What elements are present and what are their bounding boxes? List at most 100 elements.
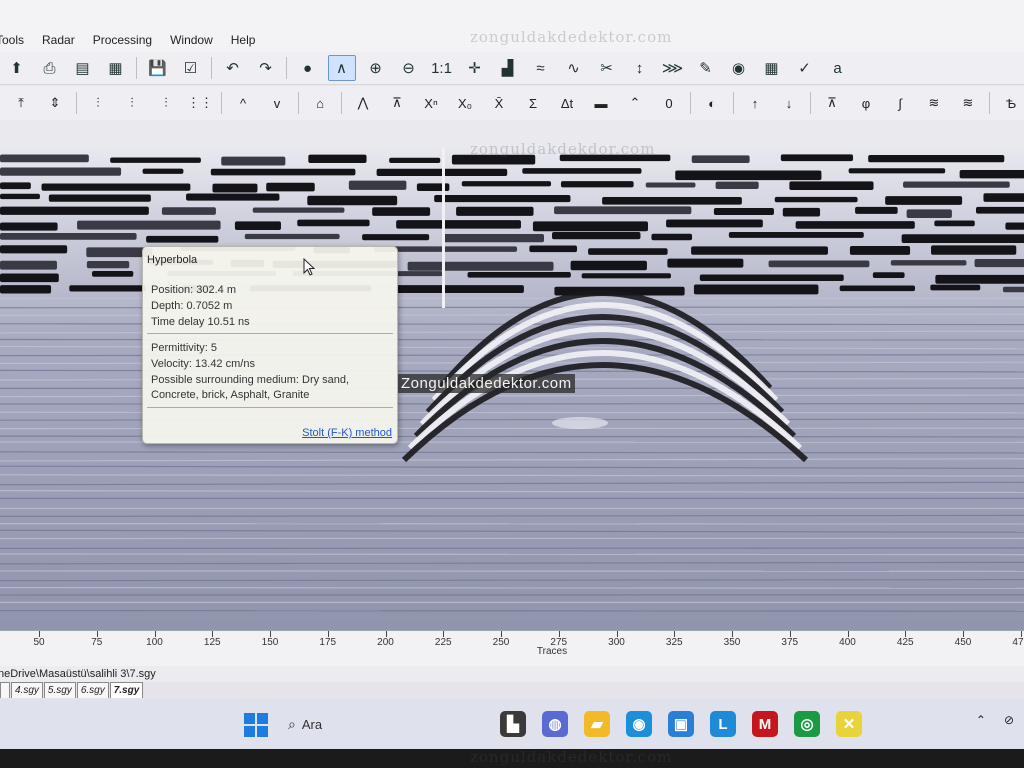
filter-2-button[interactable]: ⫶: [120, 91, 144, 115]
open-button[interactable]: ⬆: [4, 56, 30, 80]
histogram-button[interactable]: ▟: [495, 56, 521, 80]
file-tab[interactable]: 5.sgy: [43, 682, 76, 698]
background-removal-icon: ⌂: [316, 95, 324, 111]
stack-2-button[interactable]: ≋: [956, 91, 980, 115]
zoom-1-1-button[interactable]: 1:1: [429, 56, 455, 80]
chat-icon[interactable]: ◍: [542, 711, 568, 737]
file-tab[interactable]: [0, 682, 10, 698]
gps-button[interactable]: ▦: [759, 56, 785, 80]
print-preview-button[interactable]: ▤: [70, 56, 96, 80]
zero-button[interactable]: 0: [657, 91, 681, 115]
caret-up-icon: ^: [239, 95, 247, 111]
file-tab[interactable]: 7.sgy: [109, 682, 144, 698]
taskbar-search[interactable]: ⌕ Ara: [288, 713, 322, 735]
undo-button[interactable]: ↶: [220, 56, 246, 80]
export-button[interactable]: Ѣ: [999, 91, 1023, 115]
reflection-band: [0, 193, 40, 200]
medium-line-2: Concrete, brick, Asphalt, Granite: [151, 389, 310, 401]
edge-icon[interactable]: ◉: [626, 711, 652, 737]
xn-button[interactable]: Xⁿ: [419, 91, 443, 115]
align-top-button[interactable]: ⤒: [9, 91, 33, 115]
sigma-button[interactable]: Σ: [521, 91, 545, 115]
file-tab[interactable]: 4.sgy: [11, 682, 43, 698]
mcafee-icon[interactable]: M: [752, 711, 778, 737]
migration-2-button[interactable]: ⊼: [385, 91, 409, 115]
language-button[interactable]: a: [825, 56, 851, 80]
vertical-arrow-icon: ↕: [635, 59, 644, 77]
reflection-band: [713, 208, 774, 216]
trace-button[interactable]: ⊼: [820, 91, 844, 115]
histogram-icon: ▟: [501, 60, 514, 77]
reflection-band: [0, 154, 89, 163]
store-icon[interactable]: ▣: [668, 711, 694, 737]
gpr-app-icon[interactable]: ✕: [836, 711, 862, 737]
delta-t-button[interactable]: Δt: [555, 91, 579, 115]
chrome-icon[interactable]: ◎: [794, 711, 820, 737]
report-button[interactable]: ✓: [792, 56, 818, 80]
reflection-band: [376, 168, 508, 177]
save-button[interactable]: 💾: [145, 56, 171, 80]
network-icon[interactable]: ⊘: [1004, 713, 1014, 727]
cut-button[interactable]: ✂: [594, 56, 620, 80]
axis-tick-label: 125: [203, 637, 221, 648]
menu-tools[interactable]: Tools: [0, 33, 33, 47]
screen-bezel: [0, 749, 1024, 768]
redo-button[interactable]: ↷: [253, 56, 279, 80]
fit-button[interactable]: ✛: [462, 56, 488, 80]
gain-down-button[interactable]: ↓: [777, 91, 801, 115]
gain-up-button[interactable]: ↑: [743, 91, 767, 115]
rss-button[interactable]: ⋙: [660, 56, 686, 80]
migration-1-button[interactable]: ⋀: [351, 91, 375, 115]
vertical-arrow-button[interactable]: ↕: [627, 56, 653, 80]
flag-button[interactable]: ▬: [589, 91, 613, 115]
stack-1-button[interactable]: ≋: [922, 91, 946, 115]
velocity-value: Velocity: 13.42 cm/ns: [151, 358, 255, 370]
zoom-out-button[interactable]: ⊖: [396, 56, 422, 80]
reflection-band: [728, 232, 864, 238]
reflection-band: [768, 260, 870, 268]
chevron-up-icon[interactable]: ⌃: [976, 713, 986, 727]
menu-radar[interactable]: Radar: [33, 33, 84, 47]
x-bar-button[interactable]: X̄: [487, 91, 511, 115]
menu-help[interactable]: Help: [222, 33, 265, 47]
launcher-icon[interactable]: L: [710, 711, 736, 737]
file-explorer-icon[interactable]: ▰: [584, 711, 610, 737]
reflection-band: [1005, 222, 1024, 230]
cut-icon: ✂: [600, 60, 613, 77]
peak-button[interactable]: ⌃: [623, 91, 647, 115]
marker-button[interactable]: ✎: [693, 56, 719, 80]
reflection-band: [691, 155, 750, 164]
reflection-band: [0, 273, 59, 283]
reflection-band: [212, 183, 258, 193]
reflection-band: [252, 207, 345, 213]
stolt-method-link[interactable]: Stolt (F-K) method: [302, 427, 392, 439]
wave-button[interactable]: ∿: [561, 56, 587, 80]
caret-down-button[interactable]: v: [265, 91, 289, 115]
globe-button[interactable]: ◉: [726, 56, 752, 80]
menu-window[interactable]: Window: [161, 33, 222, 47]
background-removal-button[interactable]: ⌂: [308, 91, 332, 115]
point-button[interactable]: ●: [295, 56, 321, 80]
integral-button[interactable]: ∫: [888, 91, 912, 115]
axis-tick-label: 75: [91, 637, 103, 648]
checkbox-button[interactable]: ☑: [178, 56, 204, 80]
align-center-button[interactable]: ⇕: [43, 91, 67, 115]
filter-3-button[interactable]: ⫶: [154, 91, 178, 115]
circle-filter-button[interactable]: ◐: [700, 91, 724, 115]
signal-button[interactable]: ≈: [528, 56, 554, 80]
x0-button[interactable]: X₀: [453, 91, 477, 115]
task-view-icon[interactable]: ▙: [500, 711, 526, 737]
caret-up-button[interactable]: ^: [231, 91, 255, 115]
palette-button[interactable]: ▦: [103, 56, 129, 80]
print-button[interactable]: ⎙: [37, 56, 63, 80]
hyperbola-button[interactable]: ∧: [327, 55, 356, 81]
start-button[interactable]: [244, 713, 268, 737]
phi-button[interactable]: φ: [854, 91, 878, 115]
menu-processing[interactable]: Processing: [84, 33, 161, 47]
file-tab[interactable]: 6.sgy: [76, 682, 109, 698]
zoom-in-button[interactable]: ⊕: [363, 56, 389, 80]
filter-1-button[interactable]: ⫶: [86, 91, 110, 115]
popup-divider: [147, 407, 393, 408]
reflection-band: [362, 234, 430, 241]
grid-button[interactable]: ⋮⋮: [187, 91, 213, 115]
